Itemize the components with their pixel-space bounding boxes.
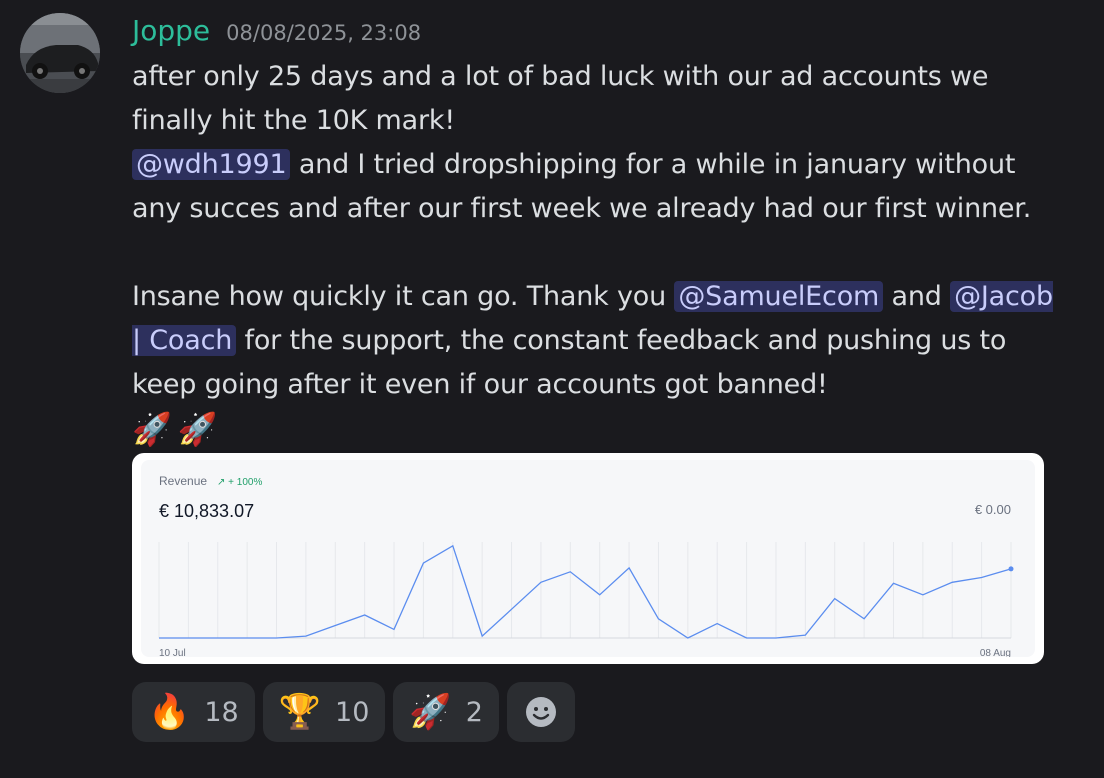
chart-x-start-label: 10 Jul [159,648,186,657]
chart-card: Revenue ↗ + 100% € 10,833.07 € 0.00 10 J… [141,460,1035,657]
revenue-chart: Revenue ↗ + 100% € 10,833.07 € 0.00 10 J… [158,474,1014,657]
chart-grid [158,542,1012,638]
chart-point-08-aug [1008,566,1014,572]
chart-right-value: € 0.00 [975,502,1011,517]
message-paragraph-2: @wdh1991 and I tried dropshipping for a … [132,143,1062,231]
timestamp: 08/08/2025, 23:08 [226,21,422,45]
reaction-fire[interactable]: 🔥 18 [132,682,255,742]
avatar[interactable] [20,13,100,93]
revenue-series-line [159,544,1012,639]
username[interactable]: Joppe [132,14,210,47]
message-content: after only 25 days and a lot of bad luck… [132,55,1062,451]
add-reaction-button[interactable] [506,682,575,742]
rocket-emoji-icon: 🚀 [409,692,452,732]
rocket-emoji-1: 🚀 [132,410,172,448]
reactions-bar: 🔥 18 🏆 10 🚀 2 [132,682,575,742]
smiley-face-icon [525,697,556,727]
chart-x-end-label: 08 Aug [980,648,1011,657]
reaction-count: 10 [335,696,370,728]
reaction-count: 2 [465,696,483,728]
trophy-emoji-icon: 🏆 [278,692,322,732]
reaction-rocket[interactable]: 🚀 2 [393,682,499,742]
message-text-line3a: Insane how quickly it can go. Thank you [132,281,675,312]
rocket-emojis: 🚀 🚀 [132,407,1062,451]
message-text-line1: after only 25 days and a lot of bad luck… [132,61,989,136]
mention-wdh1991[interactable]: @wdh1991 [132,149,291,180]
mention-samuelecom[interactable]: @SamuelEcom [674,281,884,312]
chart-title: Revenue [159,474,207,488]
message-text-line3b: and [883,281,951,312]
fire-emoji-icon: 🔥 [148,692,191,732]
chart-total: € 10,833.07 [159,501,254,521]
chart-change: ↗ + 100% [217,477,262,488]
message-paragraph-3: Insane how quickly it can go. Thank you … [132,275,1062,407]
message-header: Joppe 08/08/2025, 23:08 [132,14,421,47]
reaction-count: 18 [204,696,239,728]
revenue-chart-embed[interactable]: Revenue ↗ + 100% € 10,833.07 € 0.00 10 J… [132,453,1044,664]
message-text-line3c: for the support, the constant feedback a… [132,325,1007,400]
rocket-emoji-2: 🚀 [177,410,218,448]
reaction-trophy[interactable]: 🏆 10 [262,682,386,742]
